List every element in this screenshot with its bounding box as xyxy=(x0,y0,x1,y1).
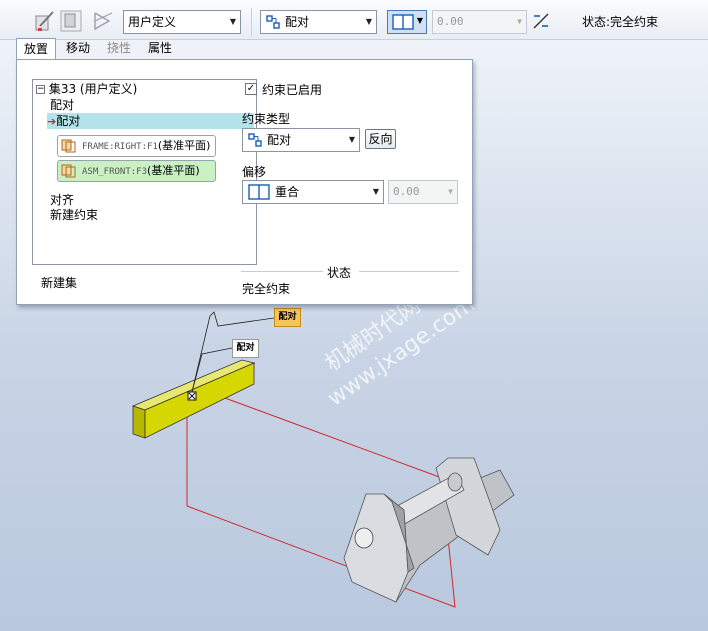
bracket-hole xyxy=(354,527,374,549)
new-set-link[interactable]: 新建集 xyxy=(41,274,77,291)
constraint-tag-mate-1: 配对 xyxy=(274,308,301,327)
tab-flexibility: 挠性 xyxy=(107,41,132,55)
set-label: 集33 (用户定义) xyxy=(48,82,138,96)
coincident-icon xyxy=(392,14,414,30)
constraint-properties: ✓ 约束已启用 约束类型 配对 ▼ 反向 偏移 重合 ▼ 0.00 ▼ 状态 完… xyxy=(241,60,471,300)
tree-item-align[interactable]: 对齐 xyxy=(50,192,74,208)
tab-properties[interactable]: 属性 xyxy=(141,38,179,59)
placement-mode-select[interactable]: 用户定义 ▼ xyxy=(123,10,241,34)
arrow-right-icon: ➔ xyxy=(47,115,57,128)
tree-set-row[interactable]: − 集33 (用户定义) xyxy=(36,81,137,97)
mate-constraint-icon xyxy=(266,15,280,29)
panel-offset-mode-value: 重合 xyxy=(275,185,300,199)
new-constraint-link[interactable]: 新建约束 xyxy=(50,207,98,223)
offset-mode-select[interactable]: ▼ xyxy=(387,10,427,34)
chevron-down-icon: ▼ xyxy=(517,17,522,26)
datum-plane-icon xyxy=(61,139,76,153)
tab-move[interactable]: 移动 xyxy=(59,38,97,59)
chevron-down-icon: ▼ xyxy=(416,16,423,25)
offset-value: 0.00 xyxy=(437,15,464,28)
flip-offset-icon[interactable] xyxy=(532,12,550,30)
chevron-down-icon: ▼ xyxy=(372,187,379,196)
panel-offset-value-input[interactable]: 0.00 ▼ xyxy=(388,180,458,204)
tree-item-mate-1[interactable]: 配对 xyxy=(50,97,74,113)
check-model-icon[interactable] xyxy=(32,8,58,34)
panel-offset-mode-select[interactable]: 重合 ▼ xyxy=(242,180,384,204)
placement-mode-value: 用户定义 xyxy=(128,15,177,29)
chevron-down-icon: ▼ xyxy=(348,135,355,144)
constraint-type-value: 配对 xyxy=(285,15,310,29)
constraint-type-heading: 约束类型 xyxy=(242,112,291,126)
reference-asm-front[interactable]: ASM_FRONT:F3(基准平面) xyxy=(57,160,216,182)
tab-placement[interactable]: 放置 xyxy=(16,38,57,60)
tree-item-mate-selected[interactable]: ➔配对 xyxy=(47,113,254,129)
yellow-bar-front xyxy=(132,405,146,439)
component-copy-icon[interactable] xyxy=(58,8,84,34)
status-divider-left xyxy=(241,271,323,272)
status-value: 完全约束 xyxy=(242,282,291,296)
flip-button[interactable]: 反向 xyxy=(365,129,396,149)
dashboard-tabs: 放置 移动 挠性 属性 xyxy=(16,38,182,60)
placement-panel: − 集33 (用户定义) 配对 ➔配对 FRAME:RIGHT:F1(基准平面)… xyxy=(16,59,473,305)
offset-value-input[interactable]: 0.00 ▼ xyxy=(432,10,527,34)
status-heading: 状态 xyxy=(327,266,352,280)
panel-constraint-type-select[interactable]: 配对 ▼ xyxy=(242,128,360,152)
panel-constraint-type-value: 配对 xyxy=(267,133,292,147)
constraint-enabled-label: 约束已启用 xyxy=(262,83,323,97)
offset-heading: 偏移 xyxy=(242,165,267,179)
constraint-tree[interactable]: − 集33 (用户定义) 配对 ➔配对 FRAME:RIGHT:F1(基准平面)… xyxy=(32,79,257,265)
shaft-end xyxy=(447,472,463,492)
mate-constraint-icon xyxy=(248,133,262,147)
chevron-down-icon: ▼ xyxy=(365,17,372,26)
chevron-down-icon: ▼ xyxy=(229,17,236,26)
reference-frame-right[interactable]: FRAME:RIGHT:F1(基准平面) xyxy=(57,135,216,157)
panel-offset-value: 0.00 xyxy=(393,185,420,198)
collapse-icon[interactable]: − xyxy=(36,85,45,94)
coincident-icon xyxy=(248,184,270,200)
chevron-down-icon: ▼ xyxy=(448,187,453,196)
constraint-tag-mate-2: 配对 xyxy=(232,339,259,358)
constraint-enabled-checkbox[interactable]: ✓ xyxy=(245,83,257,95)
datum-plane-icon xyxy=(61,164,76,178)
status-divider-right xyxy=(359,271,459,272)
dashboard-toolbar: 用户定义 ▼ 配对 ▼ ▼ 0.00 ▼ 状态:完全约束 xyxy=(0,0,708,40)
constraint-type-select[interactable]: 配对 ▼ xyxy=(260,10,377,34)
status-label: 状态:完全约束 xyxy=(582,15,659,29)
move-component-icon[interactable] xyxy=(90,8,116,34)
